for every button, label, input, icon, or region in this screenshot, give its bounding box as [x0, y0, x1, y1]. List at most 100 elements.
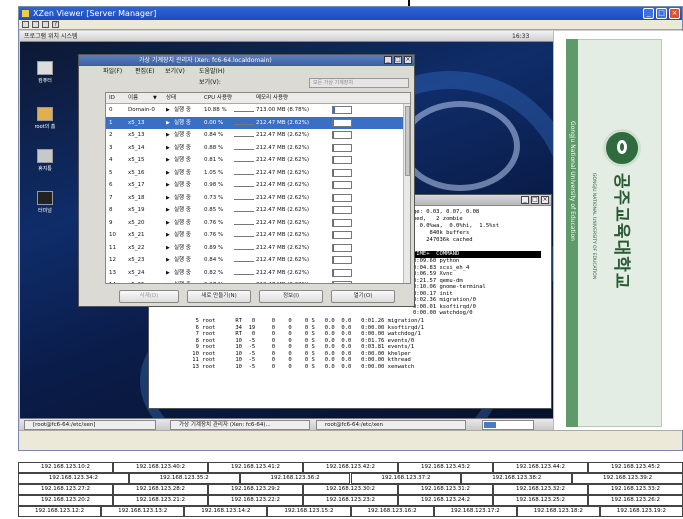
- ip-cell[interactable]: 192.168.123.13:2: [101, 506, 185, 517]
- vm-row[interactable]: 4 x5_15 실행 중 0.81 % 212.47 MB (2.62%) ▶: [106, 154, 410, 167]
- taskbar-item[interactable]: [root@fc6-64:/etc/xen]: [24, 420, 156, 430]
- viewer-window: XZen Viewer [Server Manager] _ □ × ? 프로그…: [18, 6, 683, 451]
- vm-row[interactable]: 1 x5_13 실행 중 0.00 % 212.47 MB (2.62%) ▶: [106, 116, 410, 129]
- column-id[interactable]: ID: [109, 93, 115, 104]
- ip-cell[interactable]: 192.168.123.20:2: [18, 495, 113, 506]
- vm-manager-titlebar[interactable]: 가상 기계장치 관리자 (Xen: fc6-64.localdomain) _ …: [79, 55, 414, 66]
- desktop-icon-trash[interactable]: 휴지통: [30, 149, 60, 172]
- workspace-active[interactable]: [484, 422, 496, 428]
- ip-cell[interactable]: 192.168.123.41:2: [208, 462, 303, 473]
- vmm-close-button[interactable]: ×: [404, 56, 412, 64]
- ip-cell[interactable]: 192.168.123.23:2: [303, 495, 398, 506]
- open-button[interactable]: 열기(O): [331, 290, 395, 303]
- scrollbar-thumb[interactable]: [405, 106, 410, 176]
- menu-edit[interactable]: 편집(E): [135, 66, 155, 77]
- desktop-icon-home[interactable]: root의 홈: [30, 107, 60, 130]
- ip-cell[interactable]: 192.168.123.39:2: [572, 473, 683, 484]
- memory-bar: [332, 193, 352, 202]
- vm-row[interactable]: 12 x5_23 실행 중 0.84 % 212.47 MB (2.62%) ▶: [106, 254, 410, 267]
- ip-cell[interactable]: 192.168.123.43:2: [398, 462, 493, 473]
- wallpaper-arc: [400, 101, 520, 191]
- workspace-switcher[interactable]: [482, 420, 534, 430]
- vm-row[interactable]: 5 x5_16 실행 중 1.05 % 212.47 MB (2.62%) ▶: [106, 167, 410, 180]
- ip-cell[interactable]: 192.168.123.21:2: [113, 495, 208, 506]
- desktop-icon-computer[interactable]: 컴퓨터: [30, 61, 60, 84]
- desktop-icon-label: 터미널: [38, 208, 52, 214]
- ip-cell[interactable]: 192.168.123.30:2: [303, 484, 398, 495]
- ip-cell[interactable]: 192.168.123.27:2: [18, 484, 113, 495]
- vm-row[interactable]: 11 x5_22 실행 중 0.89 % 212.47 MB (2.62%) ▶: [106, 242, 410, 255]
- taskbar-item[interactable]: root@fc6-64:/etc/xen: [316, 420, 466, 430]
- help-icon[interactable]: ?: [52, 21, 59, 28]
- ip-cell[interactable]: 192.168.123.44:2: [493, 462, 588, 473]
- toolbar-icon-2[interactable]: [32, 21, 39, 28]
- vm-row[interactable]: 13 x5_24 실행 중 0.82 % 212.47 MB (2.62%) ▶: [106, 267, 410, 280]
- vm-row[interactable]: 3 x5_14 실행 중 0.88 % 212.47 MB (2.62%) ▶: [106, 142, 410, 155]
- vm-row[interactable]: 8 x5_19 실행 중 0.85 % 212.47 MB (2.62%) ▶: [106, 204, 410, 217]
- menu-file[interactable]: 파일(F): [103, 66, 122, 77]
- terminal-maximize-button[interactable]: □: [531, 196, 539, 204]
- vm-manager-window[interactable]: 가상 기계장치 관리자 (Xen: fc6-64.localdomain) _ …: [78, 54, 415, 307]
- minimize-button[interactable]: _: [643, 8, 654, 19]
- vm-row[interactable]: 6 x5_17 실행 중 0.98 % 212.47 MB (2.62%) ▶: [106, 179, 410, 192]
- column-memory[interactable]: 메모리 사용량: [256, 93, 288, 104]
- vmm-minimize-button[interactable]: _: [384, 56, 392, 64]
- vm-list-scrollbar[interactable]: [403, 104, 410, 283]
- close-button[interactable]: ×: [669, 8, 680, 19]
- ip-cell[interactable]: 192.168.123.17:2: [433, 506, 517, 517]
- ip-cell[interactable]: 192.168.123.28:2: [113, 484, 208, 495]
- ip-cell[interactable]: 192.168.123.14:2: [184, 506, 268, 517]
- cpu-graph: [234, 248, 254, 250]
- menu-view[interactable]: 보기(V): [165, 66, 185, 77]
- ip-cell[interactable]: 192.168.123.22:2: [208, 495, 303, 506]
- delete-button[interactable]: 삭제(D): [119, 290, 179, 303]
- menu-help[interactable]: 도움말(H): [199, 66, 225, 77]
- vm-row[interactable]: 2 x5_13 실행 중 0.84 % 212.47 MB (2.62%) ▶: [106, 129, 410, 142]
- ip-row: 192.168.123.10:2 192.168.123.40:2 192.168.…: [18, 462, 683, 473]
- ip-cell[interactable]: 192.168.123.35:2: [128, 473, 240, 484]
- panel-menus[interactable]: 프로그램 위치 시스템: [24, 31, 78, 42]
- ip-cell[interactable]: 192.168.123.10:2: [18, 462, 113, 473]
- vm-row[interactable]: 0 Domain-0 실행 중 10.88 % 713.00 MB (8.78%) ▶: [106, 104, 410, 117]
- taskbar-item[interactable]: 가상 기계장치 관리자 (Xen: fc6-64)...: [170, 420, 310, 430]
- vm-row[interactable]: 14 x5_25 실행 중 0.97 % 212.47 MB (2.62%) ▶: [106, 279, 410, 283]
- terminal-close-button[interactable]: ×: [541, 196, 549, 204]
- vm-row[interactable]: 7 x5_18 실행 중 0.73 % 212.47 MB (2.62%) ▶: [106, 192, 410, 205]
- ip-cell[interactable]: 192.168.123.34:2: [18, 473, 129, 484]
- ip-cell[interactable]: 192.168.123.45:2: [588, 462, 683, 473]
- column-cpu[interactable]: CPU 사용량: [204, 93, 232, 104]
- ip-cell[interactable]: 192.168.123.19:2: [599, 506, 683, 517]
- column-status[interactable]: 상태: [166, 93, 176, 104]
- ip-cell[interactable]: 192.168.123.32:2: [493, 484, 588, 495]
- ip-cell[interactable]: 192.168.123.26:2: [588, 495, 683, 506]
- vmm-maximize-button[interactable]: □: [394, 56, 402, 64]
- vm-status: 실행 중: [174, 107, 191, 113]
- ip-cell[interactable]: 192.168.123.40:2: [113, 462, 208, 473]
- ip-cell[interactable]: 192.168.123.31:2: [398, 484, 493, 495]
- desktop-icon-terminal[interactable]: 터미널: [30, 191, 60, 214]
- new-vm-button[interactable]: 새로 만들기(N): [187, 290, 251, 303]
- ip-cell[interactable]: 192.168.123.36:2: [239, 473, 351, 484]
- ip-cell[interactable]: 192.168.123.25:2: [493, 495, 588, 506]
- ip-cell[interactable]: 192.168.123.15:2: [267, 506, 351, 517]
- ip-cell[interactable]: 192.168.123.38:2: [461, 473, 573, 484]
- vm-row[interactable]: 10 x5_21 실행 중 0.76 % 212.47 MB (2.62%) ▶: [106, 229, 410, 242]
- ip-cell[interactable]: 192.168.123.29:2: [208, 484, 303, 495]
- remote-desktop[interactable]: 프로그램 위치 시스템 16:33 컴퓨터 root의 홈 휴지통 터미널 _ …: [20, 31, 553, 430]
- ip-cell[interactable]: 192.168.123.42:2: [303, 462, 398, 473]
- ip-cell[interactable]: 192.168.123.33:2: [588, 484, 683, 495]
- terminal-minimize-button[interactable]: _: [521, 196, 529, 204]
- column-name[interactable]: 이름: [128, 93, 138, 104]
- details-button[interactable]: 정보(I): [259, 290, 323, 303]
- vm-row[interactable]: 9 x5_20 실행 중 0.76 % 212.47 MB (2.62%) ▶: [106, 217, 410, 230]
- toolbar-icon-1[interactable]: [22, 21, 29, 28]
- ip-cell[interactable]: 192.168.123.18:2: [516, 506, 600, 517]
- ip-cell[interactable]: 192.168.123.24:2: [398, 495, 493, 506]
- ip-cell[interactable]: 192.168.123.16:2: [350, 506, 434, 517]
- view-filter-select[interactable]: 모든 가상 기계장치: [309, 78, 409, 88]
- maximize-button[interactable]: □: [656, 8, 667, 19]
- toolbar-icon-3[interactable]: [42, 21, 49, 28]
- viewer-titlebar[interactable]: XZen Viewer [Server Manager] _ □ ×: [19, 7, 682, 20]
- ip-cell[interactable]: 192.168.123.37:2: [350, 473, 462, 484]
- ip-cell[interactable]: 192.168.123.12:2: [18, 506, 102, 517]
